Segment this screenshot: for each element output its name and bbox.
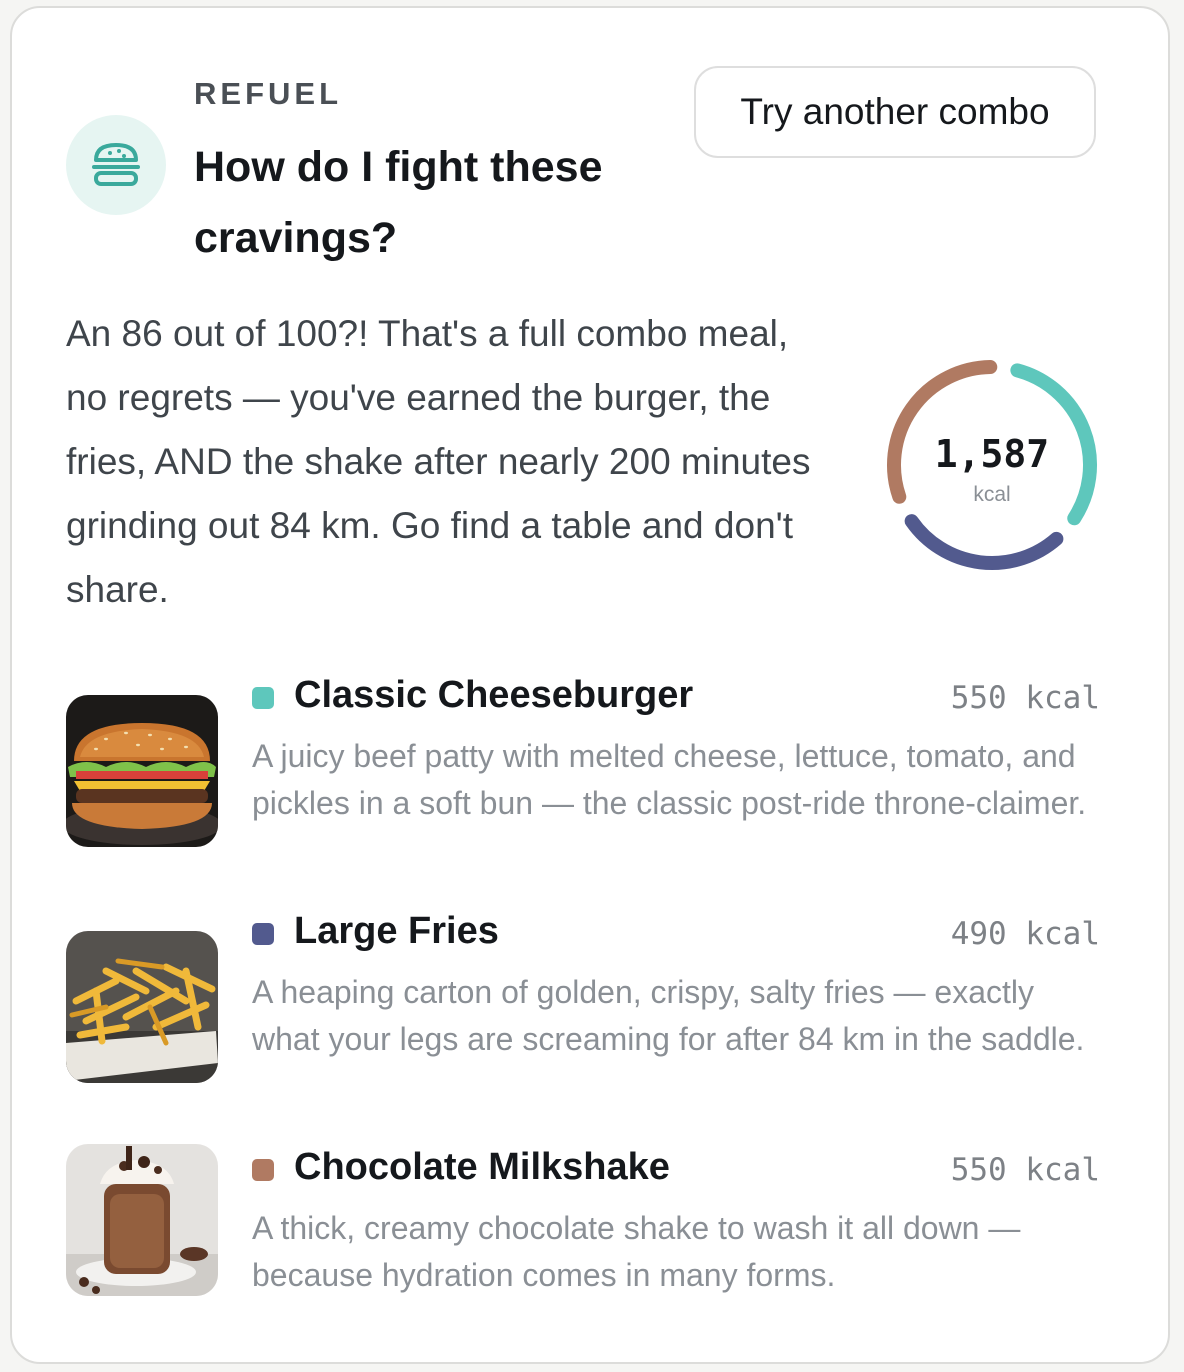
series-color-swatch xyxy=(252,687,274,709)
item-name: Chocolate Milkshake xyxy=(294,1146,670,1188)
item-kcal: 550 kcal xyxy=(950,1152,1100,1188)
burger-icon xyxy=(92,143,140,186)
donut-segment xyxy=(904,514,1064,570)
page-title: How do I fight these cravings? xyxy=(194,143,603,262)
burger-icon-badge xyxy=(66,115,166,215)
summary-text: An 86 out of 100?! That's a full combo m… xyxy=(66,313,811,610)
item-description: A thick, creamy chocolate shake to wash … xyxy=(252,1210,1021,1293)
milkshake-photo xyxy=(66,1144,218,1296)
item-description: A heaping carton of golden, crispy, salt… xyxy=(252,974,1085,1057)
fries-photo xyxy=(66,931,218,1083)
item-name: Classic Cheeseburger xyxy=(294,674,694,716)
item-kcal: 490 kcal xyxy=(950,916,1100,952)
series-color-swatch xyxy=(252,923,274,945)
series-color-swatch xyxy=(252,1159,274,1181)
total-kcal-unit: kcal xyxy=(973,483,1011,506)
item-name: Large Fries xyxy=(294,910,499,952)
cheeseburger-photo xyxy=(66,695,218,847)
total-kcal-value: 1,587 xyxy=(934,432,1050,476)
try-another-combo-button[interactable]: Try another combo xyxy=(694,66,1096,158)
calorie-donut-chart: 1,587 kcal xyxy=(882,348,1102,578)
item-kcal: 550 kcal xyxy=(950,680,1100,716)
section-eyebrow: REFUEL xyxy=(194,76,342,111)
item-description: A juicy beef patty with melted cheese, l… xyxy=(252,738,1087,821)
